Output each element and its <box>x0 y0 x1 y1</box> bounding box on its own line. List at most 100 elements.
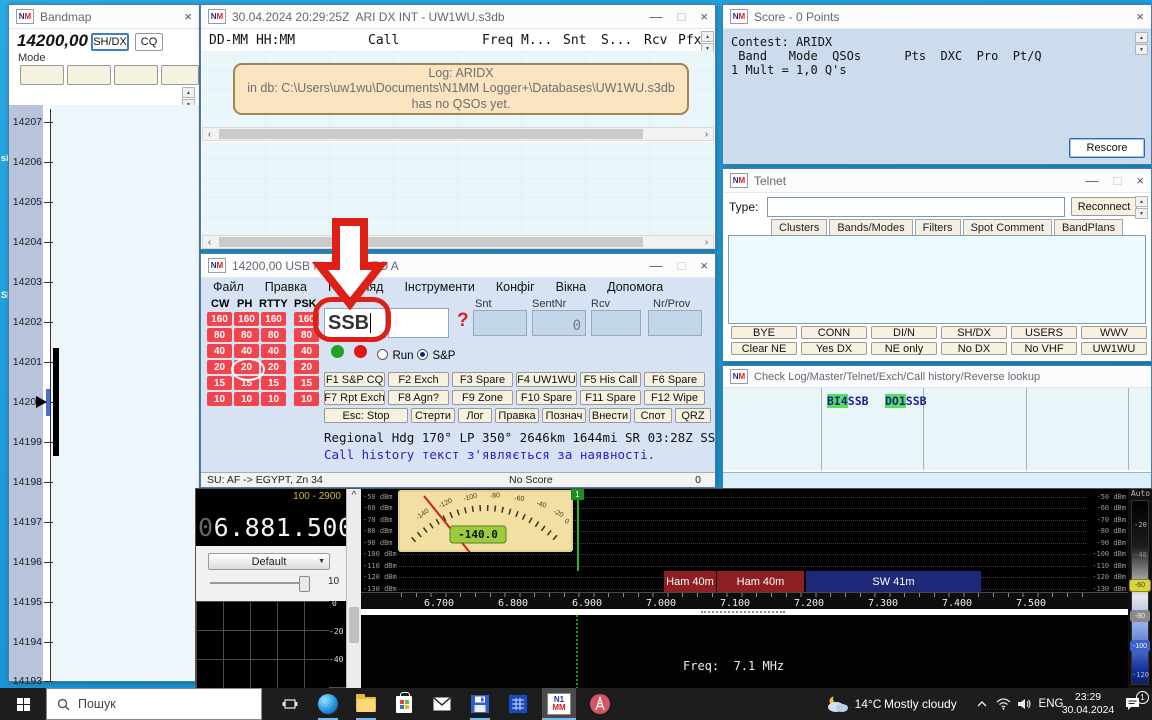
band-button[interactable]: 10 <box>234 392 259 406</box>
band-button[interactable]: 160 <box>207 312 232 326</box>
weather-icon[interactable] <box>824 688 850 720</box>
telnet-uw1wu-button[interactable]: UW1WU <box>1081 342 1147 355</box>
minimize-icon[interactable]: — <box>650 258 663 273</box>
check-titlebar[interactable]: NM Check Log/Master/Telnet/Exch/Call his… <box>723 366 1151 388</box>
check-call[interactable]: DO1SSB <box>885 394 927 408</box>
band-button[interactable]: 15 <box>207 376 232 390</box>
notification-center-icon[interactable]: 1 <box>1116 688 1150 720</box>
telnet-output-area[interactable] <box>728 235 1146 324</box>
fkey-f9[interactable]: F9 Zone <box>452 390 513 405</box>
menu-help[interactable]: Допомога <box>607 280 663 294</box>
band-button[interactable]: 10 <box>207 392 232 406</box>
bandmap-spot-area[interactable] <box>51 105 199 681</box>
fkey-f6[interactable]: F6 Spare <box>644 372 705 387</box>
close-icon[interactable]: × <box>184 9 192 24</box>
close-icon[interactable]: × <box>700 9 708 24</box>
file-explorer-icon[interactable] <box>352 688 380 720</box>
band-button[interactable]: 40 <box>207 344 232 358</box>
nrprov-field[interactable] <box>648 310 702 336</box>
log-titlebar[interactable]: NM 30.04.2024 20:29:25Z ARI DX INT - UW1… <box>201 5 715 29</box>
band-button[interactable]: 80 <box>207 328 232 342</box>
mail-icon[interactable] <box>428 688 456 720</box>
spot-button[interactable]: Спот <box>634 408 672 423</box>
sp-radio[interactable]: S&P <box>417 346 455 364</box>
reconnect-button[interactable]: Reconnect <box>1071 197 1137 216</box>
telnet-din-button[interactable]: DI/N <box>871 326 937 339</box>
log-column-header[interactable]: Snt <box>563 33 586 48</box>
telnet-nodx-button[interactable]: No DX <box>941 342 1007 355</box>
band-button[interactable]: 160 <box>234 312 259 326</box>
telnet-yesdx-button[interactable]: Yes DX <box>801 342 867 355</box>
menu-edit[interactable]: Правка <box>265 280 307 294</box>
tab-clusters[interactable]: Clusters <box>771 219 827 236</box>
tray-weather-text[interactable]: Mostly cloudy <box>884 688 974 720</box>
band-button[interactable]: 80 <box>261 328 286 342</box>
shdx-button[interactable]: SH/DX <box>91 33 129 51</box>
telnet-wwv-button[interactable]: WWV <box>1081 326 1147 339</box>
edge-browser-icon[interactable] <box>314 688 342 720</box>
band-button[interactable]: 160 <box>294 312 319 326</box>
qrz-button[interactable]: QRZ <box>675 408 711 423</box>
menu-config[interactable]: Конфіг <box>496 280 535 294</box>
fkey-f3[interactable]: F3 Spare <box>452 372 513 387</box>
band-button[interactable]: 10 <box>294 392 319 406</box>
rcv-field[interactable] <box>591 310 641 336</box>
band-button[interactable]: 15 <box>261 376 286 390</box>
telnet-bye-button[interactable]: BYE <box>731 326 797 339</box>
volume-slider-handle[interactable] <box>299 576 310 592</box>
telnet-neonly-button[interactable]: NE only <box>871 342 937 355</box>
menu-view[interactable]: Перегляд <box>328 280 383 294</box>
bandmap-mode-field[interactable] <box>161 65 199 85</box>
fkey-f10[interactable]: F10 Spare <box>516 390 577 405</box>
menu-tools[interactable]: Інструменти <box>404 280 474 294</box>
fkey-f7[interactable]: F7 Rpt Exch <box>324 390 385 405</box>
search-input[interactable]: Пошук <box>46 688 262 720</box>
band-button[interactable]: 15 <box>294 376 319 390</box>
log-column-header[interactable]: Freq <box>482 33 513 48</box>
band-button[interactable]: 80 <box>234 328 259 342</box>
band-button[interactable]: 160 <box>261 312 286 326</box>
edit-button[interactable]: Правка <box>495 408 539 423</box>
telnet-shdx-button[interactable]: SH/DX <box>941 326 1007 339</box>
menu-windows[interactable]: Вікна <box>556 280 586 294</box>
fkey-f8[interactable]: F8 Agn? <box>388 390 449 405</box>
log-hscrollbar-lower[interactable]: ‹ › <box>202 235 714 249</box>
sentnr-field[interactable]: 0 <box>532 310 586 336</box>
log-hscrollbar-upper[interactable]: ‹ › <box>202 127 714 141</box>
snt-field[interactable] <box>473 310 527 336</box>
volume-slider-track[interactable] <box>210 582 310 584</box>
tuning-marker-line[interactable] <box>577 500 579 571</box>
log-column-header[interactable]: M... <box>521 33 552 48</box>
telnet-spinner[interactable]: ▲▼ <box>1135 196 1148 219</box>
band-button[interactable]: 10 <box>261 392 286 406</box>
exchange-input[interactable] <box>388 308 449 338</box>
telnet-titlebar[interactable]: NM Telnet — □ × <box>723 169 1151 193</box>
log-column-header[interactable]: Call <box>368 33 399 48</box>
contrast-handle[interactable]: -60 <box>1129 579 1151 592</box>
bandmap-mode-field[interactable] <box>67 65 111 85</box>
rescore-button[interactable]: Rescore <box>1069 138 1145 158</box>
sdr-frequency-display[interactable]: 100 - 2900 06.881.500 <box>196 489 346 546</box>
fkey-f12[interactable]: F12 Wipe <box>644 390 705 405</box>
band-button[interactable]: 20 <box>294 360 319 374</box>
band-button[interactable]: 40 <box>294 344 319 358</box>
bandmap-mode-field[interactable] <box>114 65 158 85</box>
mark-button[interactable]: Познач <box>542 408 586 423</box>
log-column-header[interactable]: Rcv <box>644 33 667 48</box>
fkey-f11[interactable]: F11 Spare <box>580 390 641 405</box>
band-button[interactable]: 80 <box>294 328 319 342</box>
log-column-header[interactable]: S... <box>601 33 632 48</box>
sdr-waterfall[interactable]: Freq: 7.1 MHz <box>361 615 1128 689</box>
cq-button[interactable]: CQ <box>135 33 163 51</box>
menu-file[interactable]: Файл <box>213 280 244 294</box>
ms-store-icon[interactable] <box>390 688 418 720</box>
maximize-icon[interactable]: □ <box>1114 173 1122 188</box>
tab-spot-comment[interactable]: Spot Comment <box>963 219 1052 236</box>
preset-dropdown[interactable]: Default ▼ <box>208 553 330 570</box>
telnet-novhf-button[interactable]: No VHF <box>1011 342 1077 355</box>
sdr-main-area[interactable]: -50 dBm -60 dBm -70 dBm -80 dBm -90 dBm … <box>361 489 1128 689</box>
collapse-icon[interactable]: ^ <box>347 490 361 501</box>
maximize-icon[interactable]: □ <box>678 258 686 273</box>
radio-app-icon[interactable] <box>586 688 614 720</box>
log-column-header[interactable]: Pfx <box>678 33 701 48</box>
